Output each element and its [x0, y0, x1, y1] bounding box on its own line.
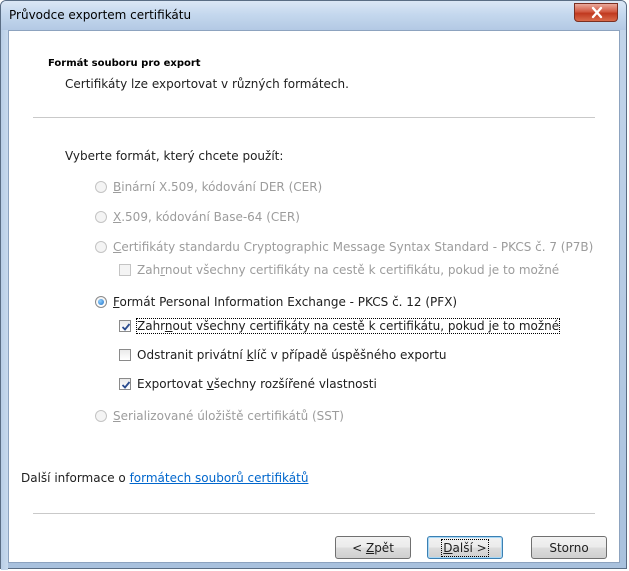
radio-der-indicator[interactable] [95, 181, 107, 193]
checkbox-export-extended-properties-box[interactable] [119, 378, 131, 390]
checkbox-delete-private-key-box[interactable] [119, 349, 131, 361]
wizard-page: Formát souboru pro export Certifikáty lz… [8, 30, 620, 563]
page-title: Formát souboru pro export [48, 58, 201, 69]
footer-divider [33, 513, 595, 515]
cancel-button[interactable]: Storno [531, 536, 607, 559]
checkbox-pfx-include-chain-box[interactable] [119, 320, 131, 332]
radio-der-label: Binární X.509, kódování DER (CER) [113, 180, 323, 194]
checkbox-pkcs7-include-chain-label: Zahrnout všechny certifikáty na cestě k … [137, 263, 560, 277]
checkbox-pfx-include-chain[interactable]: Zahrnout všechny certifikáty na cestě k … [119, 318, 561, 334]
format-prompt: Vyberte formát, který chcete použít: [65, 149, 284, 163]
back-button-label: < Zpět [352, 540, 394, 555]
radio-pkcs7-format[interactable]: Certifikáty standardu Cryptographic Mess… [95, 240, 593, 254]
radio-sst-format[interactable]: Serializované úložiště certifikátů (SST) [95, 409, 344, 423]
radio-pfx-label: Formát Personal Information Exchange - P… [113, 295, 458, 309]
header-divider [33, 117, 595, 119]
window-title: Průvodce exportem certifikátu [9, 8, 192, 22]
radio-der-format[interactable]: Binární X.509, kódování DER (CER) [95, 180, 322, 194]
cancel-button-label: Storno [549, 540, 589, 555]
wizard-window: Průvodce exportem certifikátu Formát sou… [0, 0, 627, 570]
checkbox-pkcs7-include-chain[interactable]: Zahrnout všechny certifikáty na cestě k … [119, 263, 559, 277]
checkmark-icon [121, 381, 131, 389]
radio-pfx-format[interactable]: Formát Personal Information Exchange - P… [95, 295, 457, 309]
page-subtitle: Certifikáty lze exportovat v různých for… [65, 77, 349, 91]
back-button[interactable]: < Zpět [335, 536, 411, 559]
checkbox-export-extended-properties[interactable]: Exportovat všechny rozšířené vlastnosti [119, 377, 377, 391]
radio-pfx-indicator[interactable] [95, 296, 107, 308]
close-button[interactable] [574, 3, 618, 22]
checkbox-delete-private-key[interactable]: Odstranit privátní klíč v případě úspěšn… [119, 348, 447, 362]
next-button[interactable]: Další > [427, 536, 503, 559]
radio-sst-label: Serializované úložiště certifikátů (SST) [113, 409, 344, 423]
checkbox-pkcs7-include-chain-box[interactable] [119, 264, 131, 276]
more-info-text: Další informace o formátech souborů cert… [21, 471, 308, 485]
radio-base64-format[interactable]: X.509, kódování Base-64 (CER) [95, 210, 300, 224]
next-button-label: Další > [441, 538, 489, 557]
radio-pkcs7-label: Certifikáty standardu Cryptographic Mess… [113, 240, 594, 254]
checkbox-delete-private-key-label: Odstranit privátní klíč v případě úspěšn… [137, 348, 447, 362]
close-icon [591, 6, 603, 19]
window-frame-left [1, 30, 8, 570]
checkmark-icon [121, 323, 131, 331]
radio-base64-label: X.509, kódování Base-64 (CER) [113, 210, 300, 224]
radio-pkcs7-indicator[interactable] [95, 241, 107, 253]
certificate-formats-link[interactable]: formátech souborů certifikátů [130, 471, 309, 485]
checkbox-export-extended-properties-label: Exportovat všechny rozšířené vlastnosti [137, 377, 377, 391]
radio-base64-indicator[interactable] [95, 211, 107, 223]
more-info-label: Další informace o [21, 471, 130, 485]
checkbox-pfx-include-chain-label: Zahrnout všechny certifikáty na cestě k … [135, 318, 561, 334]
radio-sst-indicator[interactable] [95, 410, 107, 422]
title-bar[interactable]: Průvodce exportem certifikátu [1, 1, 626, 30]
